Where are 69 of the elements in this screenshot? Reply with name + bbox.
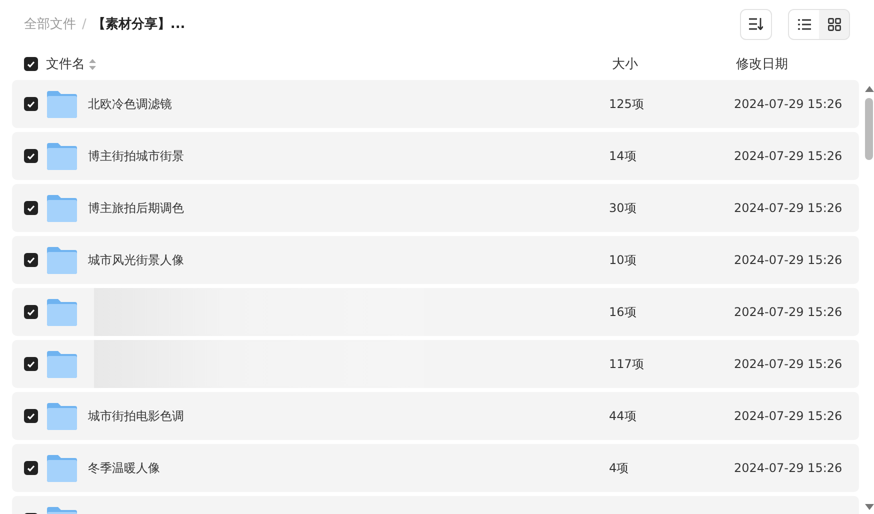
check-icon	[27, 360, 35, 368]
item-count: 30项	[609, 200, 636, 214]
check-icon	[27, 100, 35, 108]
sort-button[interactable]	[740, 8, 772, 40]
check-icon	[27, 464, 35, 472]
modified-date: 2024-07-29 15:26	[734, 305, 842, 319]
folder-icon	[47, 454, 77, 482]
file-name[interactable]: 城市风光街景人像	[88, 252, 184, 268]
item-count: 14项	[609, 148, 636, 162]
file-row[interactable]: 16项 2024-07-29 15:26	[12, 288, 859, 336]
folder-icon	[47, 350, 77, 378]
check-icon	[27, 256, 35, 264]
item-count: 125项	[609, 96, 644, 110]
file-name[interactable]: 城市街拍电影色调	[88, 408, 184, 424]
folder-icon	[47, 142, 77, 170]
modified-date: 2024-07-29 15:26	[734, 357, 842, 371]
row-checkbox[interactable]	[24, 149, 38, 163]
file-name[interactable]: 博主街拍城市街景	[88, 148, 184, 164]
row-checkbox[interactable]	[24, 253, 38, 267]
check-icon	[27, 412, 35, 420]
row-checkbox[interactable]	[24, 201, 38, 215]
file-row[interactable]: 冬季温暖人像 4项 2024-07-29 15:26	[12, 444, 859, 492]
list-icon	[798, 18, 810, 30]
select-all-checkbox[interactable]	[24, 57, 38, 71]
file-row[interactable]: 博主街拍城市街景 14项 2024-07-29 15:26	[12, 132, 859, 180]
column-header[interactable]: 文件名	[46, 55, 85, 73]
file-row[interactable]: 城市风光街景人像 10项 2024-07-29 15:26	[12, 236, 859, 284]
sort-icon	[749, 18, 763, 30]
scroll-up-icon[interactable]	[864, 86, 874, 92]
file-row[interactable]: 北欧冷色调滤镜 125项 2024-07-29 15:26	[12, 80, 859, 128]
check-icon	[27, 60, 35, 68]
file-row[interactable]: 117项 2024-07-29 15:26	[12, 340, 859, 388]
item-count: 117项	[609, 356, 644, 370]
item-count: 4项	[609, 460, 629, 474]
scroll-down-icon[interactable]	[864, 504, 874, 510]
row-checkbox[interactable]	[24, 305, 38, 319]
list-view-button[interactable]	[789, 10, 819, 38]
modified-date: 2024-07-29 15:26	[734, 201, 842, 215]
breadcrumb-separator: /	[82, 16, 86, 32]
modified-date: 2024-07-29 15:26	[734, 461, 842, 475]
modified-date: 2024-07-29 15:26	[734, 97, 842, 111]
check-icon	[27, 152, 35, 160]
item-count: 16项	[609, 304, 636, 318]
column-header[interactable]: 修改日期	[736, 57, 788, 72]
row-checkbox[interactable]	[24, 97, 38, 111]
row-checkbox[interactable]	[24, 461, 38, 475]
file-name[interactable]: 博主旅拍后期调色	[88, 200, 184, 216]
check-icon	[27, 204, 35, 212]
breadcrumb-item: 【素材分享】...	[92, 16, 186, 33]
file-row[interactable]: 城市街拍电影色调 44项 2024-07-29 15:26	[12, 392, 859, 440]
folder-icon	[47, 194, 77, 222]
column-header[interactable]: 大小	[612, 57, 638, 72]
row-checkbox[interactable]	[24, 409, 38, 423]
item-count: 10项	[609, 252, 636, 266]
item-count: 44项	[609, 408, 636, 422]
scrollbar-thumb[interactable]	[865, 98, 873, 160]
modified-date: 2024-07-29 15:26	[734, 409, 842, 423]
check-icon	[27, 308, 35, 316]
file-name[interactable]: 冬季温暖人像	[88, 460, 160, 476]
file-row[interactable]: 博主旅拍后期调色 30项 2024-07-29 15:26	[12, 184, 859, 232]
folder-icon	[47, 402, 77, 430]
modified-date: 2024-07-29 15:26	[734, 149, 842, 163]
folder-icon	[47, 90, 77, 118]
row-checkbox[interactable]	[24, 357, 38, 371]
folder-icon	[47, 298, 77, 326]
modified-date: 2024-07-29 15:26	[734, 253, 842, 267]
folder-icon	[47, 246, 77, 274]
file-name[interactable]: 北欧冷色调滤镜	[88, 96, 172, 112]
grid-icon	[828, 18, 840, 30]
